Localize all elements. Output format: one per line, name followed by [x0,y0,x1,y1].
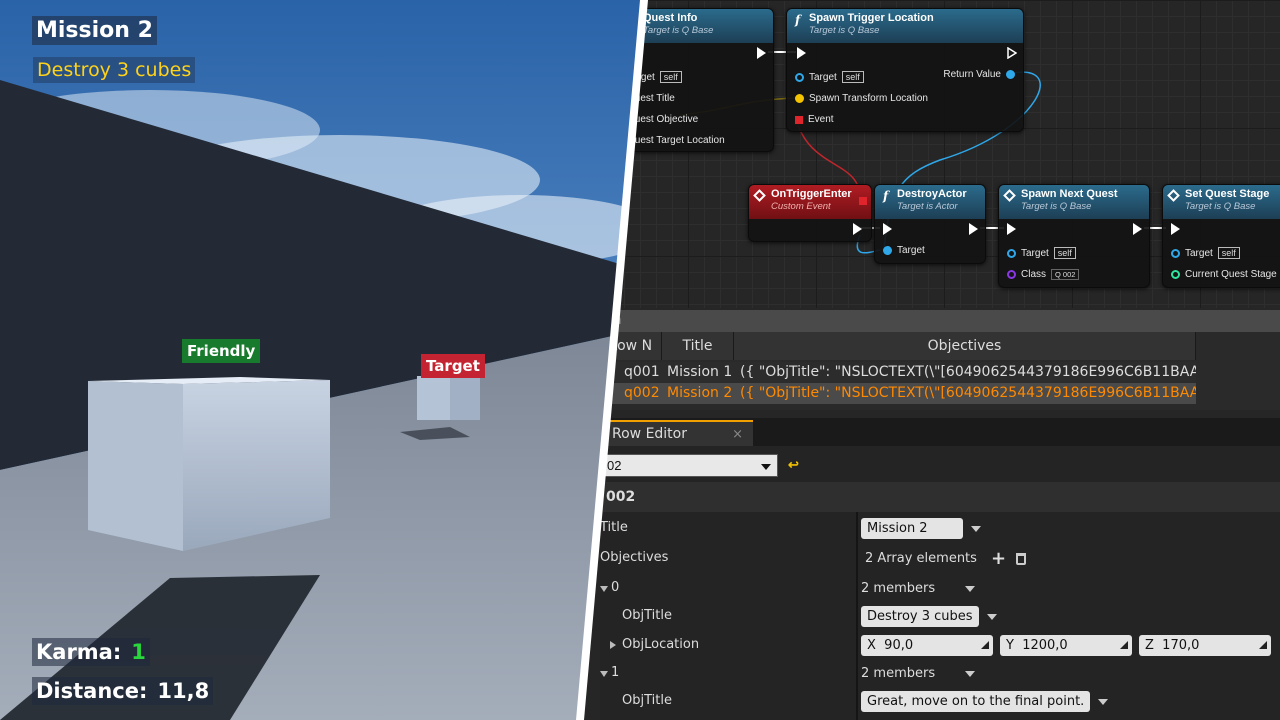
split-divider [576,0,648,720]
